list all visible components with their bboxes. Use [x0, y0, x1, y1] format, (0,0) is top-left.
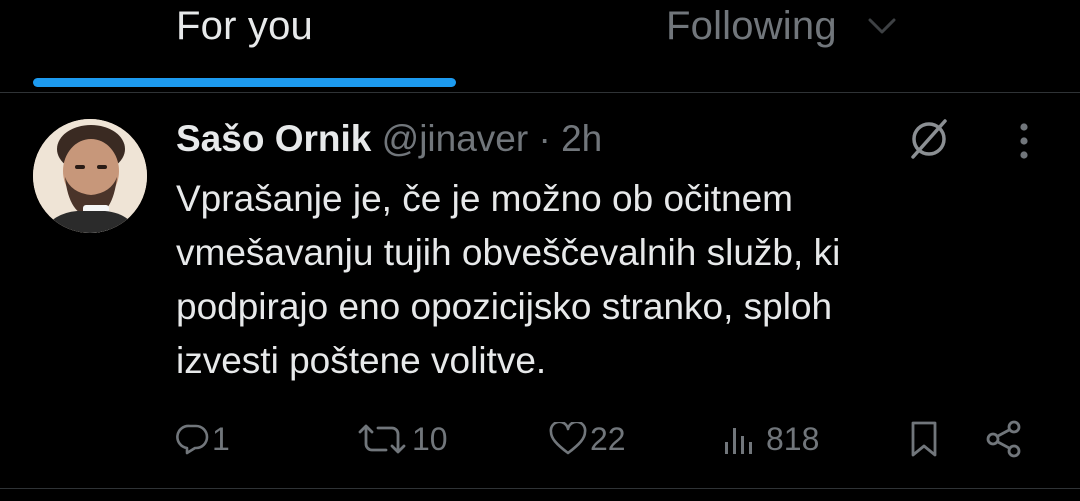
like-button[interactable]: 22	[548, 419, 626, 459]
share-icon	[986, 420, 1021, 458]
tweet-text-line: vmešavanju tujih obveščevalnih služb, ki	[176, 232, 841, 273]
reply-icon	[176, 424, 209, 455]
like-count: 22	[590, 420, 626, 457]
tweet-text: Vprašanje je, če je možno ob očitnem vme…	[176, 172, 1056, 388]
author-name[interactable]: Sašo Ornik	[176, 118, 371, 159]
avatar-image	[33, 119, 147, 233]
tweet-text-line: izvesti poštene volitve.	[176, 340, 547, 381]
chevron-down-icon[interactable]	[866, 14, 898, 38]
more-icon[interactable]	[1006, 119, 1042, 163]
tweet-text-line: Vprašanje je, če je možno ob očitnem	[176, 178, 794, 219]
tweet-text-line: podpirajo eno opozicijsko stranko, sploh	[176, 286, 833, 327]
views-icon	[725, 428, 752, 454]
repost-count: 10	[412, 420, 448, 457]
tab-following-label: Following	[666, 4, 837, 48]
avatar[interactable]	[33, 119, 147, 233]
tab-following[interactable]: Following	[540, 0, 1080, 88]
repost-button[interactable]: 10	[356, 419, 448, 459]
header-separator: ·	[538, 118, 551, 159]
views-count: 818	[766, 420, 820, 457]
like-icon	[549, 422, 587, 455]
reply-button[interactable]: 1	[176, 419, 230, 459]
grok-icon[interactable]	[905, 115, 953, 163]
tab-for-you[interactable]: For you	[0, 0, 490, 88]
repost-icon	[358, 424, 406, 454]
tweet-header: Sašo Ornik @jinaver · 2h	[176, 117, 602, 161]
tweet[interactable]: Sašo Ornik @jinaver · 2h Vprašanje je, č…	[0, 93, 1080, 488]
bookmark-icon	[911, 421, 937, 457]
author-handle[interactable]: @jinaver	[382, 118, 529, 159]
timeline-tabs: For you Following	[0, 0, 1080, 93]
tab-for-you-label: For you	[176, 4, 314, 48]
bookmark-button[interactable]	[906, 419, 942, 459]
reply-count: 1	[212, 420, 230, 457]
share-button[interactable]	[984, 419, 1024, 459]
tweet-time[interactable]: 2h	[561, 118, 602, 159]
tab-active-indicator	[33, 78, 456, 87]
tweet-divider	[0, 488, 1080, 489]
views-button[interactable]: 818	[722, 419, 819, 459]
timeline-page: For you Following Sašo Ornik @jinaver · …	[0, 0, 1080, 501]
